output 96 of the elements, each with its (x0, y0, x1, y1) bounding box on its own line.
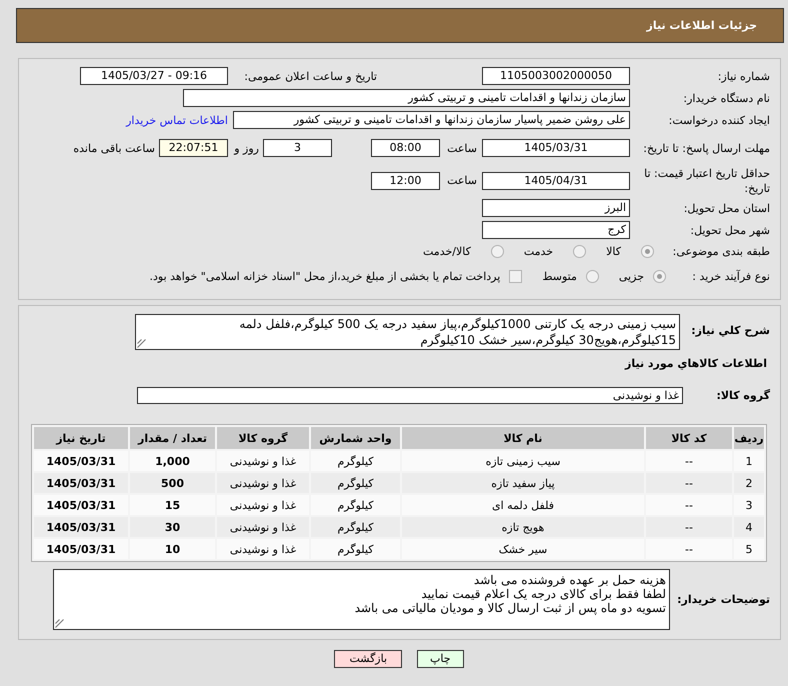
table-cell: سیب زمینی تازه (402, 451, 644, 471)
radio-button[interactable] (573, 244, 586, 258)
note-line: تسویه دو ماه پس از ثبت ارسال کالا و مودیان مالیاتی می باشد (354, 601, 666, 615)
table-cell: غذا و نوشیدنی (217, 451, 309, 471)
resize-grip-icon[interactable] (55, 619, 64, 628)
field-label: شماره نیاز: (718, 70, 770, 82)
field-label: استان محل تحویل: (684, 202, 770, 214)
option-label: خدمت (524, 244, 554, 258)
table-cell: کیلوگرم (311, 517, 400, 537)
contact-link[interactable]: اطلاعات تماس خریدار (126, 114, 228, 126)
field-label: ایجاد کننده درخواست: (668, 114, 770, 126)
back-button[interactable]: بازگشت (334, 650, 402, 668)
radio-button[interactable] (653, 270, 666, 282)
table-cell: 10 (130, 539, 215, 559)
resize-grip-icon[interactable] (137, 339, 146, 348)
days-field[interactable]: 3 (263, 139, 332, 157)
requester-field[interactable]: علی روشن ضمیر پاسیار سازمان زندانها و اقدامات تامینی و تربیتی کشور (233, 111, 630, 129)
note-line: هزینه حمل بر عهده فروشنده می باشد (474, 573, 666, 587)
table-cell: 3 (734, 495, 764, 515)
table-cell: 1405/03/31 (34, 473, 128, 493)
time-label: ساعت (447, 174, 477, 187)
table-cell: غذا و نوشیدنی (217, 539, 309, 559)
table-cell: 15 (130, 495, 215, 515)
table-cell: 500 (130, 473, 215, 493)
table-cell: -- (646, 473, 732, 493)
field-label: نام دستگاه خریدار: (683, 92, 770, 104)
table-cell: غذا و نوشیدنی (217, 495, 309, 515)
province-field[interactable]: البرز (482, 199, 630, 217)
field-label: شرح کلي نياز: (691, 324, 770, 337)
goods-group-field[interactable]: غذا و نوشیدنی (137, 387, 683, 404)
radio-button[interactable] (586, 270, 599, 282)
time-label: ساعت (447, 142, 477, 154)
remaining-time-field[interactable]: 22:07:51 (159, 139, 228, 157)
table-cell: 5 (734, 539, 764, 559)
field-label: طبقه بندی موضوعی: (672, 244, 770, 258)
table-cell: -- (646, 451, 732, 471)
option-label: متوسط (542, 270, 577, 282)
field-label: گروه کالا: (716, 389, 770, 402)
days-label: روز و (234, 142, 259, 154)
city-field[interactable]: کرج (482, 221, 630, 239)
table-cell: -- (646, 539, 732, 559)
field-label: تاریخ و ساعت اعلان عمومی: (244, 70, 377, 82)
field-label: شهر محل تحویل: (690, 224, 770, 236)
announce-date-field[interactable]: 1405/03/27 - 09:16 (80, 67, 228, 85)
table-cell: 1405/03/31 (34, 517, 128, 537)
field-label: حداقل تاریخ اعتبار قیمت: تا تاریخ: (644, 166, 770, 194)
section-title: اطلاعات كالاهاي مورد نياز (625, 357, 767, 370)
table-cell: کیلوگرم (311, 473, 400, 493)
table-cell: 2 (734, 473, 764, 493)
radio-button[interactable] (490, 244, 504, 258)
checkbox-label: پرداخت تمام یا بخشی از مبلغ خرید،از محل "اسناد خزانه اسلامی" خواهد بود. (150, 270, 500, 282)
time-field[interactable]: 12:00 (371, 172, 440, 190)
table-cell: سیر خشک (402, 539, 644, 559)
column-header: واحد شمارش (311, 427, 400, 449)
summary-field[interactable]: سیب زمینی درجه یک کارتنی 1000کیلوگرم،پیاز سفید درجه یک 500 کیلوگرم،فلفل دلمه 15کیلوگرم،هویج30 کیلوگرم،سیر خشک 10کیلوگرم (135, 314, 680, 350)
column-header: تاریخ نیاز (34, 427, 128, 449)
column-header: تعداد / مقدار (130, 427, 215, 449)
table-cell: 1405/03/31 (34, 495, 128, 515)
table-cell: غذا و نوشیدنی (217, 473, 309, 493)
table-cell: فلفل دلمه ای (402, 495, 644, 515)
buyer-org-field[interactable]: سازمان زندانها و اقدامات تامینی و تربیتی کشور (183, 89, 630, 107)
date-field[interactable]: 1405/03/31 (482, 139, 630, 157)
field-label: مهلت ارسال پاسخ: تا تاریخ: (643, 142, 770, 154)
time-field[interactable]: 08:00 (371, 139, 440, 157)
option-label: جزیی (618, 270, 644, 282)
table-cell: 4 (734, 517, 764, 537)
column-header: ردیف (734, 427, 764, 449)
table-cell: غذا و نوشیدنی (217, 517, 309, 537)
buyer-notes-field[interactable]: هزینه حمل بر عهده فروشنده می باشد لطفا فقط برای کالای درجه یک اعلام قیمت نمایید تسویه دو ماه پس از ثبت ارسال کالا و مودیان مالیاتی می باشد (53, 569, 670, 630)
table-cell: 1405/03/31 (34, 451, 128, 471)
option-label: کالا/خدمت (423, 244, 471, 258)
page-title: جزئیات اطلاعات نیاز (646, 19, 757, 32)
table-cell: -- (646, 495, 732, 515)
table-cell: کیلوگرم (311, 451, 400, 471)
table-cell: کیلوگرم (311, 539, 400, 559)
column-header: گروه کالا (217, 427, 309, 449)
table-cell: پیاز سفید تازه (402, 473, 644, 493)
checkbox[interactable] (509, 270, 522, 282)
table-cell: -- (646, 517, 732, 537)
radio-button[interactable] (641, 244, 654, 258)
column-header: نام کالا (402, 427, 644, 449)
print-button[interactable]: چاپ (417, 650, 464, 668)
table-cell: کیلوگرم (311, 495, 400, 515)
table-cell: 1405/03/31 (34, 539, 128, 559)
field-label: توضیحات خریدار: (677, 593, 770, 606)
date-field[interactable]: 1405/04/31 (482, 172, 630, 190)
table-cell: هویج تازه (402, 517, 644, 537)
table-cell: 30 (130, 517, 215, 537)
option-label: کالا (606, 244, 621, 258)
remaining-label: ساعت باقی مانده (73, 142, 155, 154)
table-cell: 1 (734, 451, 764, 471)
need-number-field[interactable]: 1105003002000050 (482, 67, 630, 85)
note-line: لطفا فقط برای کالای درجه یک اعلام قیمت نمایید (421, 587, 666, 601)
field-label: نوع فرآیند خرید : (692, 270, 770, 282)
column-header: کد کالا (646, 427, 732, 449)
table-cell: 1,000 (130, 451, 215, 471)
